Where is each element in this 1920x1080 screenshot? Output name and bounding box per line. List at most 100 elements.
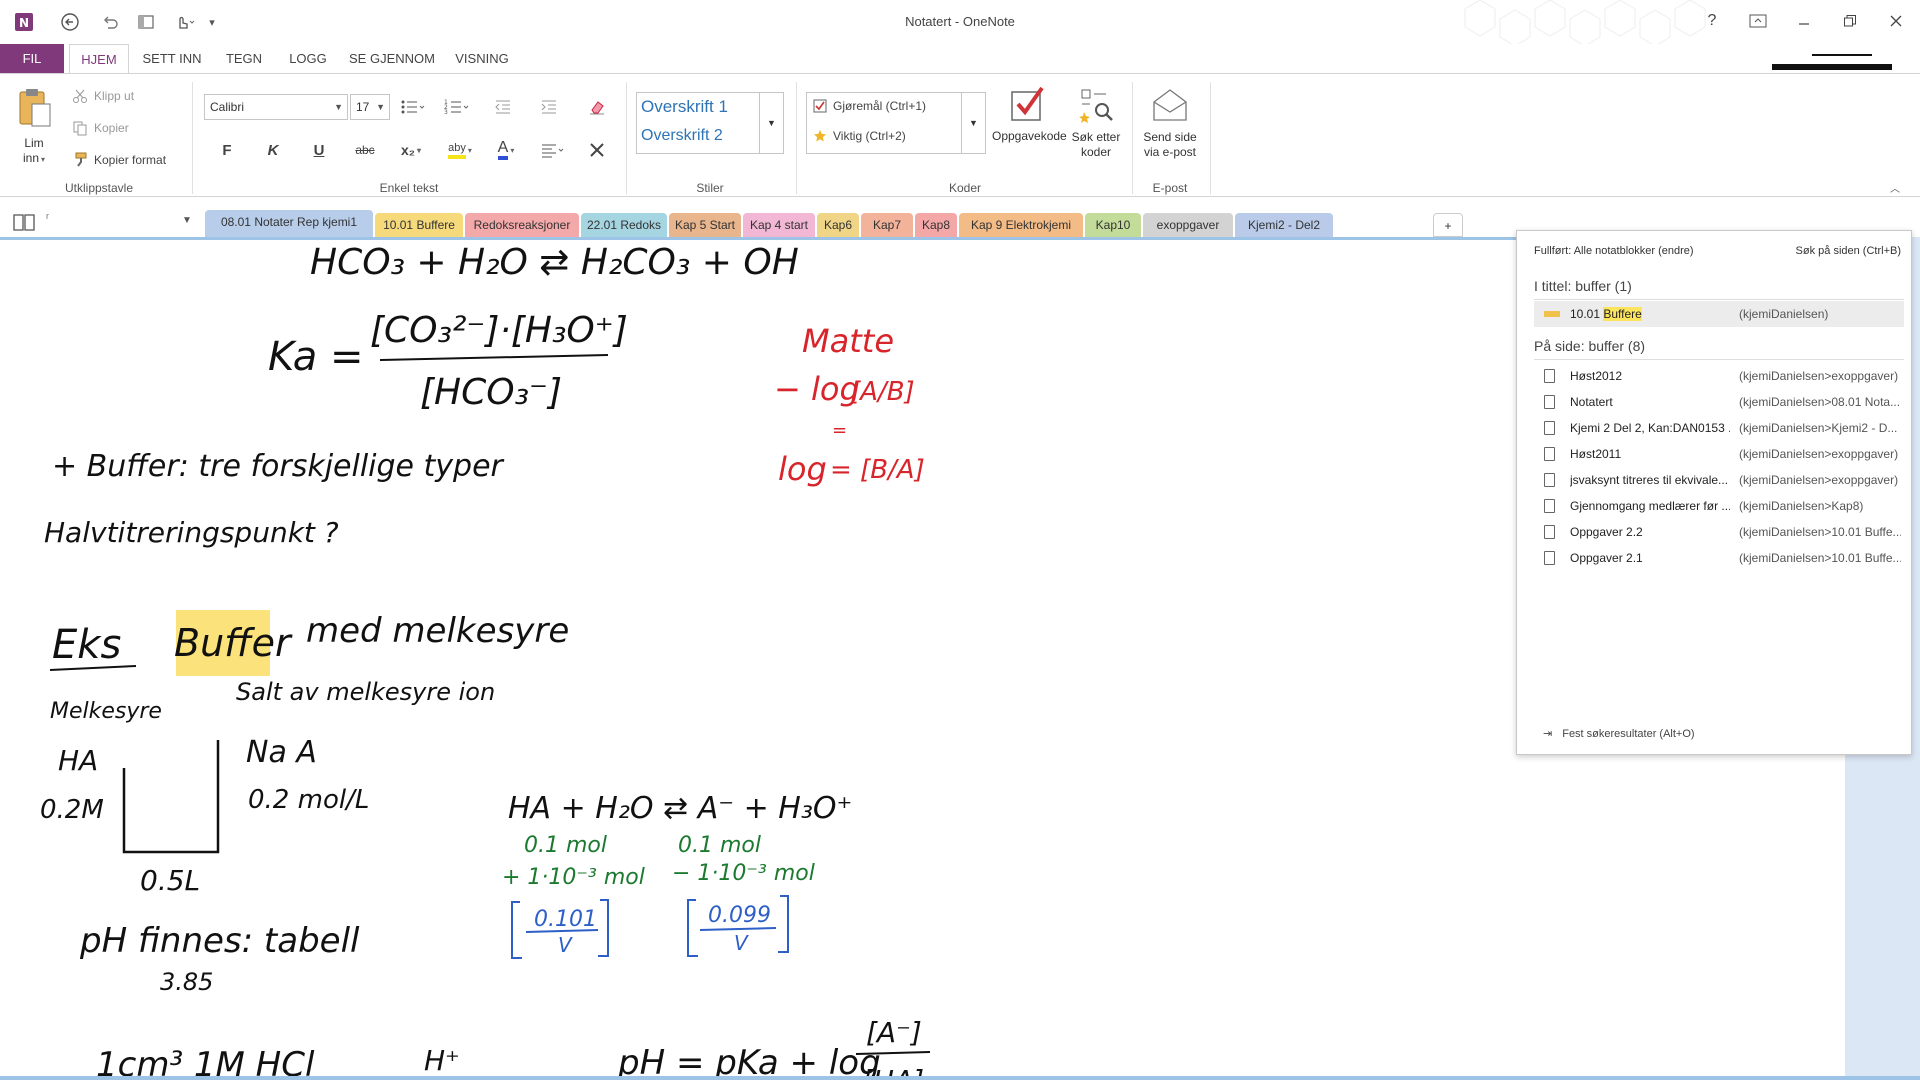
tab-se-gjennom[interactable]: SE GJENNOM xyxy=(346,44,438,74)
tab-hjem[interactable]: HJEM xyxy=(69,44,129,74)
styles-gallery[interactable]: Overskrift 1 Overskrift 2 ▼ xyxy=(636,92,784,154)
clear-formatting-icon[interactable] xyxy=(582,93,612,121)
tags-gallery[interactable]: Gjøremål (Ctrl+1) Viktig (Ctrl+2) ▼ xyxy=(806,92,986,154)
page-result-row[interactable]: Notatert (kjemiDanielsen>08.01 Nota... xyxy=(1534,389,1904,415)
styles-group-label: Stiler xyxy=(696,181,724,195)
ink-blue-4: V xyxy=(734,931,749,955)
divider xyxy=(1534,299,1904,300)
section-tab[interactable]: Kap6 xyxy=(817,213,859,237)
close-window-button[interactable] xyxy=(1874,6,1918,36)
paragraph-align-icon[interactable] xyxy=(538,136,568,164)
font-size-select[interactable]: 17 ▼ xyxy=(350,94,390,120)
page-result-row[interactable]: Høst2011 (kjemiDanielsen>exoppgaver) xyxy=(1534,441,1904,467)
page-result-row[interactable]: jsvaksynt titreres til ekvivale... (kjemi… xyxy=(1534,467,1904,493)
title-result-location: (kjemiDanielsen) xyxy=(1739,307,1829,321)
ink-hcl: 1cm³ 1M HCl xyxy=(96,1045,315,1080)
bottom-border xyxy=(0,1076,1920,1080)
collapse-ribbon-icon[interactable]: ︿ xyxy=(1890,180,1900,195)
tab-tegn[interactable]: TEGN xyxy=(218,44,270,74)
section-tab[interactable]: Kap 5 Start xyxy=(669,213,741,237)
tab-sett-inn[interactable]: SETT INN xyxy=(136,44,208,74)
ink-reaction-2: HA + H₂O ⇄ A⁻ + H₃O⁺ xyxy=(508,791,852,826)
help-button[interactable]: ? xyxy=(1690,6,1734,36)
search-on-page-link[interactable]: Søk på siden (Ctrl+B) xyxy=(1796,245,1901,257)
page-result-row[interactable]: Gjennomgang medlærer før ... (kjemiDaniel… xyxy=(1534,493,1904,519)
paste-dropdown-icon[interactable]: ▾ xyxy=(41,155,45,164)
section-tab[interactable]: 08.01 Notater Rep kjemi1 xyxy=(205,210,373,237)
section-tab[interactable]: 22.01 Redoks xyxy=(581,213,667,237)
numbering-icon[interactable]: 123 xyxy=(442,93,472,121)
font-family-select[interactable]: Calibri ▼ xyxy=(204,94,348,120)
title-results-header: I tittel: buffer (1) xyxy=(1534,278,1632,294)
paste-button[interactable]: Lim inn ▾ xyxy=(14,136,54,167)
tag-important[interactable]: Viktig (Ctrl+2) xyxy=(813,129,906,143)
ink-ph-finnes: pH finnes: tabell xyxy=(79,921,360,961)
page-result-row[interactable]: Kjemi 2 Del 2, Kan:DAN0153 ... (kjemiDani… xyxy=(1534,415,1904,441)
bullets-icon[interactable] xyxy=(398,93,428,121)
underline-button[interactable]: U xyxy=(304,136,334,164)
italic-button[interactable]: K xyxy=(258,136,288,164)
page-result-location: (kjemiDanielsen>08.01 Nota... xyxy=(1739,395,1901,409)
tag-todo[interactable]: Gjøremål (Ctrl+1) xyxy=(813,99,926,113)
page-result-row[interactable]: Høst2012 (kjemiDanielsen>exoppgaver) xyxy=(1534,363,1904,389)
section-tab[interactable]: exoppgaver xyxy=(1143,213,1233,237)
ribbon-display-options-icon[interactable] xyxy=(1736,6,1780,36)
font-color-button[interactable]: A ▾ xyxy=(486,136,526,164)
delete-icon[interactable] xyxy=(582,136,612,164)
section-tab[interactable]: Kap7 xyxy=(861,213,913,237)
cut-button[interactable]: Klipp ut xyxy=(72,88,134,104)
ink-ka-numerator: [CO₃²⁻]·[H₃O⁺] xyxy=(370,310,628,351)
tab-logg[interactable]: LOGG xyxy=(280,44,336,74)
todo-tag-button[interactable]: Oppgavekode xyxy=(992,86,1067,143)
page-result-row[interactable]: Oppgaver 2.1 (kjemiDanielsen>10.01 Buffe.… xyxy=(1534,545,1904,571)
tab-fil[interactable]: FIL xyxy=(0,44,64,74)
page-result-location: (kjemiDanielsen>exoppgaver) xyxy=(1739,447,1899,461)
section-tab[interactable]: Kap 9 Elektrokjemi xyxy=(959,213,1083,237)
notebook-name[interactable]: r xyxy=(46,211,49,221)
ink-conc2: 0.2 mol/L xyxy=(248,785,369,815)
page-result-location: (kjemiDanielsen>10.01 Buffe... xyxy=(1739,525,1901,539)
send-email-button[interactable]: Send side via e-post xyxy=(1138,86,1202,160)
minimize-button[interactable] xyxy=(1782,6,1826,36)
highlight-button[interactable]: aby ▾ xyxy=(440,136,480,164)
pin-results-button[interactable]: ⇥ Fest søkeresultater (Alt+O) xyxy=(1543,727,1695,741)
add-section-button[interactable]: + xyxy=(1433,213,1463,237)
section-tab[interactable]: Redoksreaksjoner xyxy=(465,213,579,237)
restore-button[interactable] xyxy=(1828,6,1872,36)
ink-3-85: 3.85 xyxy=(160,968,213,996)
find-tags-button[interactable]: Søk etter koder xyxy=(1068,86,1124,160)
format-painter-button[interactable]: Kopier format xyxy=(72,152,166,168)
style-heading-2[interactable]: Overskrift 2 xyxy=(641,127,723,145)
page-result-name: Oppgaver 2.1 xyxy=(1570,551,1643,565)
styles-more-icon[interactable]: ▼ xyxy=(759,93,783,153)
section-tab[interactable]: 10.01 Buffere xyxy=(375,213,463,237)
tab-visning[interactable]: VISNING xyxy=(448,44,516,74)
title-result-row[interactable]: 10.01 Buffere (kjemiDanielsen) xyxy=(1534,301,1904,327)
section-tab[interactable]: Kap 4 start xyxy=(743,213,815,237)
notebook-icon[interactable] xyxy=(12,211,38,236)
ink-b-over-a: = [B/A] xyxy=(830,455,925,485)
find-tags-label-2: koder xyxy=(1080,145,1112,159)
ink-green-2: + 1·10⁻³ mol xyxy=(502,865,645,890)
section-tab-icon xyxy=(1544,311,1560,317)
scissors-icon xyxy=(73,89,87,103)
ink-salt: Salt av melkesyre ion xyxy=(236,678,495,706)
notebook-dropdown-icon[interactable]: ▼ xyxy=(182,215,192,226)
subscript-button[interactable]: x₂ ▾ xyxy=(396,136,426,164)
section-tab[interactable]: Kap10 xyxy=(1085,213,1141,237)
account-area[interactable] xyxy=(1772,48,1900,72)
style-heading-1[interactable]: Overskrift 1 xyxy=(641,97,728,117)
section-tab[interactable]: Kjemi2 - Del2 xyxy=(1235,213,1333,237)
strikethrough-button[interactable]: abc xyxy=(350,136,380,164)
increase-indent-icon[interactable] xyxy=(534,93,564,121)
paste-icon[interactable] xyxy=(14,86,54,130)
page-result-row[interactable]: Oppgaver 2.2 (kjemiDanielsen>10.01 Buffe.… xyxy=(1534,519,1904,545)
bold-button[interactable]: F xyxy=(212,136,242,164)
decrease-indent-icon[interactable] xyxy=(488,93,518,121)
search-scope-link[interactable]: Fullført: Alle notatblokker (endre) xyxy=(1534,245,1694,257)
copy-button[interactable]: Kopier xyxy=(72,120,129,136)
ink-a-over-b: [A/B] xyxy=(850,377,915,407)
section-tab[interactable]: Kap8 xyxy=(915,213,957,237)
find-tags-icon xyxy=(1079,89,1113,123)
tags-more-icon[interactable]: ▼ xyxy=(961,93,985,153)
